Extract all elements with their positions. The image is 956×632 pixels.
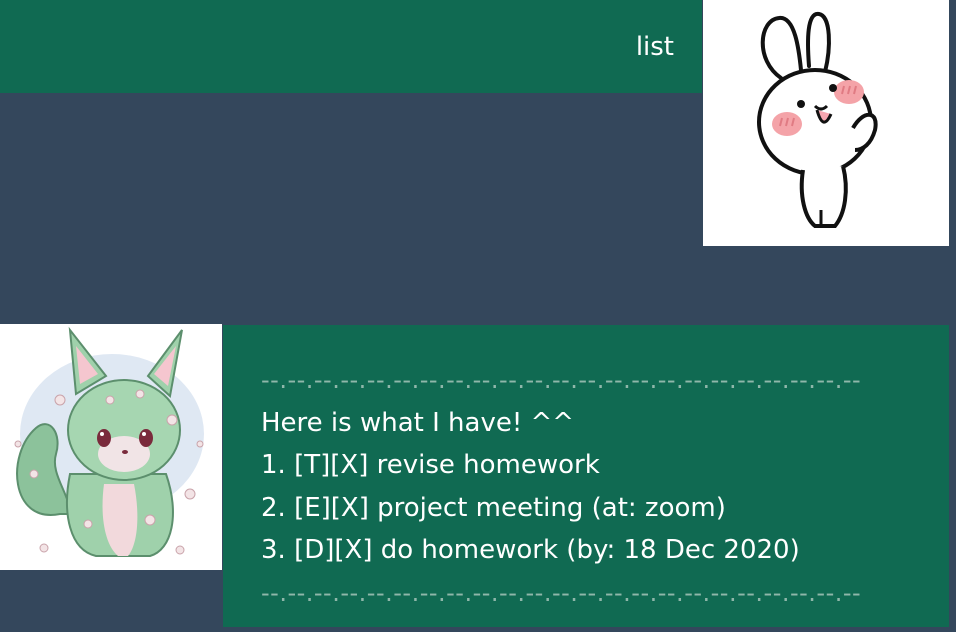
task-item: 2. [E][X] project meeting (at: zoom) <box>261 492 726 523</box>
chat-window: list --.--.--.--.--.--.--.--.--.--.--.--… <box>0 0 956 632</box>
bot-message-bubble: --.--.--.--.--.--.--.--.--.--.--.--.--.-… <box>223 325 949 627</box>
user-avatar <box>703 0 949 246</box>
rabbit-avatar-icon <box>757 12 878 228</box>
bot-avatar <box>0 324 222 570</box>
fox-avatar-icon <box>0 324 222 570</box>
bot-message-content: --.--.--.--.--.--.--.--.--.--.--.--.--.-… <box>261 359 929 615</box>
divider-bottom: --.--.--.--.--.--.--.--.--.--.--.--.--.-… <box>261 578 862 607</box>
user-message-text: list <box>635 32 674 62</box>
task-item: 3. [D][X] do homework (by: 18 Dec 2020) <box>261 535 800 566</box>
user-message-bubble: list <box>0 0 702 93</box>
bot-intro-text: Here is what I have! ^^ <box>261 407 575 438</box>
task-item: 1. [T][X] revise homework <box>261 450 600 481</box>
divider-top: --.--.--.--.--.--.--.--.--.--.--.--.--.-… <box>261 366 862 394</box>
